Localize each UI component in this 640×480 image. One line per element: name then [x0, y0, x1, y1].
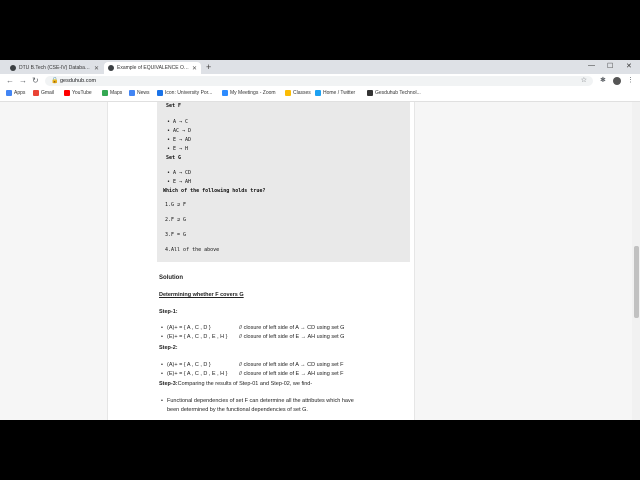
- bookmark-label: My Meetings - Zoom: [230, 90, 276, 96]
- fd-item: E → AD: [167, 137, 191, 143]
- option: 1.G ⊇ F: [165, 202, 187, 208]
- address-toolbar: ← → ↻ 🔒 gesduhub.com ☆ ✱ ⋮: [0, 74, 640, 88]
- bookmark-label: YouTube: [72, 90, 92, 96]
- closure-item: (E)+ = { A , C , D , E , H }: [161, 371, 227, 377]
- tab-strip: DTU B.Tech (CSE-IV) Database M... ✕ Exam…: [0, 60, 640, 74]
- bookmark-favicon-icon: [222, 90, 228, 96]
- bookmark-favicon-icon: [315, 90, 321, 96]
- step-3-line: Step-3:Comparing the results of Step-01 …: [159, 381, 312, 387]
- bookmark-label: Gesduhub Technol...: [375, 90, 421, 96]
- tab-label: DTU B.Tech (CSE-IV) Database M...: [19, 65, 92, 71]
- bookmark-label: Apps: [14, 90, 26, 96]
- bookmark-item[interactable]: Gesduhub Technol...: [367, 90, 421, 96]
- article: Set F A → C AC → D E → AD E → H Set G A …: [107, 102, 415, 420]
- set-g-label: Set G: [166, 155, 182, 161]
- bookmark-item[interactable]: My Meetings - Zoom: [222, 90, 276, 96]
- bookmark-favicon-icon: [33, 90, 39, 96]
- bookmark-item[interactable]: Classes: [285, 90, 311, 96]
- minimize-button[interactable]: —: [588, 62, 595, 69]
- bookmark-label: News: [137, 90, 150, 96]
- bookmark-favicon-icon: [157, 90, 163, 96]
- browser-window: DTU B.Tech (CSE-IV) Database M... ✕ Exam…: [0, 60, 640, 420]
- closure-comment: // closure of left side of A → CD using …: [239, 362, 344, 368]
- back-icon[interactable]: ←: [6, 76, 14, 86]
- closure-item: (E)+ = { A , C , D , E , H }: [161, 334, 227, 340]
- closure-item: (A)+ = { A , C , D }: [161, 325, 211, 331]
- menu-icon[interactable]: ⋮: [627, 76, 634, 84]
- avatar[interactable]: [613, 77, 621, 85]
- bookmark-favicon-icon: [6, 90, 12, 96]
- conclusion-line: Functional dependencies of set F can det…: [161, 398, 354, 404]
- bookmarks-bar: Apps Gmail YouTube Maps News Icon: University…: [0, 88, 640, 102]
- bookmark-favicon-icon: [102, 90, 108, 96]
- solution-subheading: Determining whether F covers G: [159, 292, 244, 298]
- step-3-label: Step-3:: [159, 381, 178, 387]
- set-f-label: Set F: [166, 103, 182, 109]
- tab-label: Example of EQUIVALENCE OF F...: [117, 65, 190, 71]
- conclusion-line: been determined by the functional depend…: [167, 407, 308, 413]
- bookmark-favicon-icon: [285, 90, 291, 96]
- bookmark-label: Home / Twitter: [323, 90, 356, 96]
- question-prompt: Which of the following holds true?: [163, 188, 266, 194]
- bookmark-item[interactable]: Apps: [6, 90, 25, 96]
- extensions-icon[interactable]: ✱: [600, 76, 606, 84]
- step-2-label: Step-2:: [159, 345, 178, 351]
- new-tab-button[interactable]: +: [206, 62, 211, 72]
- close-window-button[interactable]: ✕: [626, 62, 632, 70]
- bookmark-item[interactable]: Gmail: [33, 90, 54, 96]
- scrollbar-thumb[interactable]: [634, 246, 639, 318]
- forward-icon[interactable]: →: [19, 76, 27, 86]
- step-1-label: Step-1:: [159, 309, 178, 315]
- bookmark-label: Maps: [110, 90, 123, 96]
- lock-icon: 🔒: [51, 78, 59, 84]
- bookmark-label: Classes: [293, 90, 311, 96]
- fd-item: A → C: [167, 119, 188, 125]
- favicon-icon: [10, 65, 16, 71]
- option: 3.F = G: [165, 232, 187, 238]
- bookmark-label: Gmail: [41, 90, 55, 96]
- solution-heading: Solution: [159, 275, 183, 281]
- fd-item: A → CD: [167, 170, 191, 176]
- bookmark-item[interactable]: Home / Twitter: [315, 90, 355, 96]
- step-3-text: Comparing the results of Step-01 and Ste…: [177, 381, 313, 387]
- tab-dtu[interactable]: DTU B.Tech (CSE-IV) Database M... ✕: [6, 62, 103, 74]
- reload-icon[interactable]: ↻: [32, 76, 39, 86]
- fd-item: AC → D: [167, 128, 191, 134]
- favicon-icon: [108, 65, 114, 71]
- fd-item: E → H: [167, 146, 188, 152]
- fd-item: E → AH: [167, 179, 191, 185]
- closure-comment: // closure of left side of A → CD using …: [239, 325, 345, 331]
- close-tab-icon[interactable]: ✕: [192, 65, 197, 72]
- bookmark-item[interactable]: Maps: [102, 90, 122, 96]
- address-bar[interactable]: 🔒 gesduhub.com ☆: [45, 76, 593, 86]
- closure-item: (A)+ = { A , C , D }: [161, 362, 211, 368]
- option: 4.All of the above: [165, 247, 220, 253]
- bookmark-item[interactable]: Icon: University Por...: [157, 90, 212, 96]
- bookmark-item[interactable]: News: [129, 90, 150, 96]
- page-content: Set F A → C AC → D E → AD E → H Set G A …: [0, 102, 640, 420]
- bookmark-favicon-icon: [367, 90, 373, 96]
- closure-comment: // closure of left side of E → AH using …: [239, 371, 344, 377]
- url-text: gesduhub.com: [60, 78, 97, 84]
- maximize-button[interactable]: ☐: [607, 62, 613, 70]
- question-box: Set F A → C AC → D E → AD E → H Set G A …: [157, 102, 410, 262]
- option: 2.F ⊇ G: [165, 217, 187, 223]
- close-tab-icon[interactable]: ✕: [94, 65, 99, 72]
- bookmark-star-icon[interactable]: ☆: [581, 76, 587, 84]
- closure-comment: // closure of left side of E → AH using …: [239, 334, 345, 340]
- tab-equivalence[interactable]: Example of EQUIVALENCE OF F... ✕: [104, 62, 201, 74]
- bookmark-favicon-icon: [64, 90, 70, 96]
- bookmark-item[interactable]: YouTube: [64, 90, 92, 96]
- bookmark-favicon-icon: [129, 90, 135, 96]
- bookmark-label: Icon: University Por...: [165, 90, 213, 96]
